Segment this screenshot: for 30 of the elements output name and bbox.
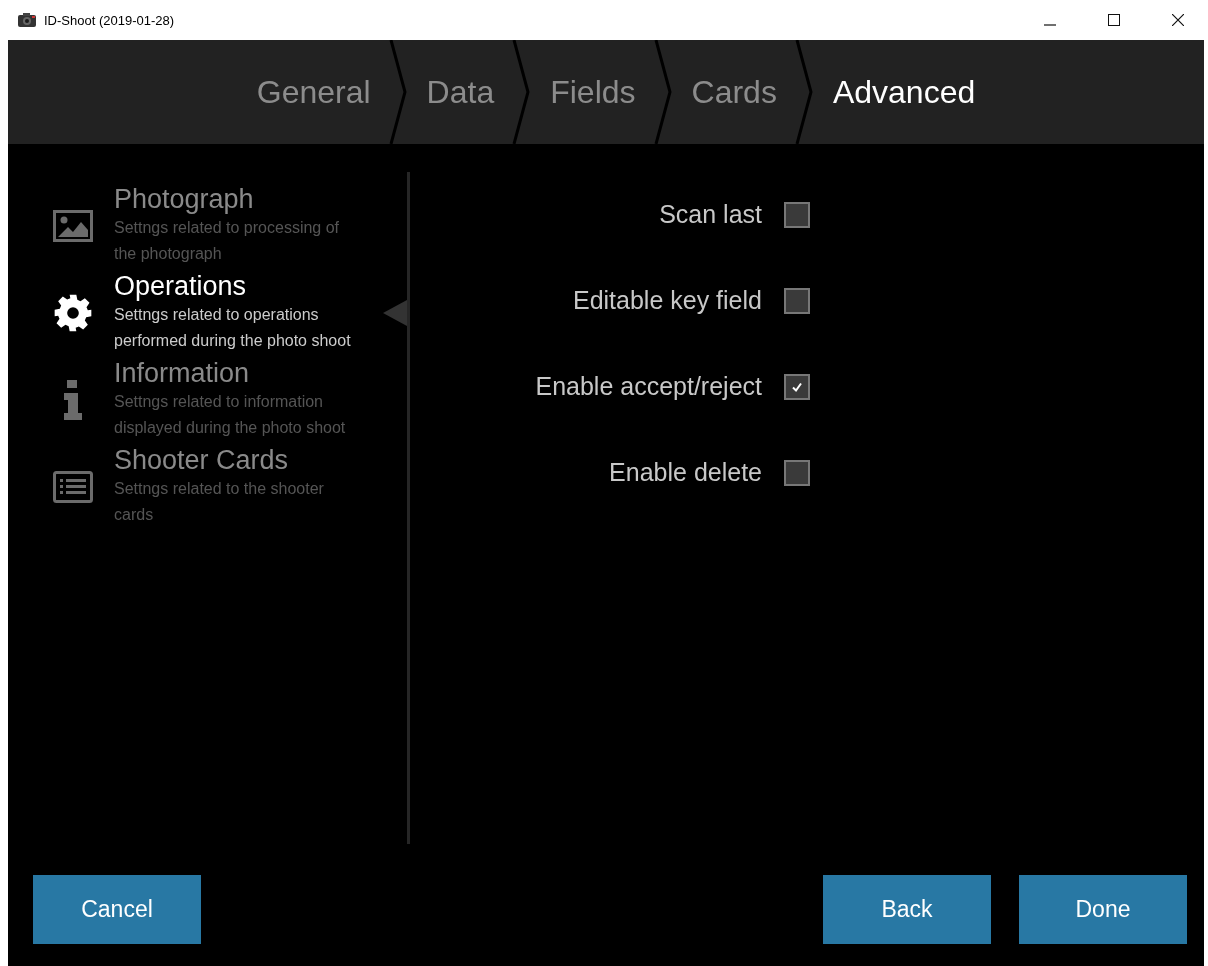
step-tab[interactable]: Cards — [683, 73, 785, 111]
checkbox[interactable] — [784, 287, 810, 314]
checkbox[interactable] — [784, 459, 810, 486]
section-title[interactable]: Shooter Cards — [114, 445, 364, 476]
camera-icon — [18, 13, 36, 27]
section-title[interactable]: Photograph — [114, 184, 364, 215]
section-description: Settngs related to processing of the photograph — [114, 218, 341, 264]
close-icon[interactable] — [1172, 14, 1184, 26]
section-description: Settngs related to operations performed during the photo shoot — [114, 305, 352, 351]
checkmark-icon — [791, 380, 803, 393]
option-label: Editable key field — [573, 286, 762, 315]
wizard-button[interactable]: Done — [1019, 875, 1187, 944]
maximize-icon[interactable] — [1108, 14, 1120, 26]
step-tab[interactable]: Advanced — [824, 73, 984, 111]
checkbox[interactable] — [784, 201, 810, 228]
section-description: Settngs related to information displayed during the photo shoot — [114, 392, 347, 438]
section-title[interactable]: Information — [114, 358, 364, 389]
option-label: Enable delete — [609, 458, 762, 487]
wizard-button[interactable]: Back — [823, 875, 991, 944]
step-tab[interactable]: General — [248, 73, 379, 111]
selection-pointer-icon — [383, 299, 407, 326]
option-label: Enable accept/reject — [535, 372, 762, 401]
section-description: Settngs related to the shooter cards — [114, 479, 325, 525]
option-label: Scan last — [659, 200, 762, 229]
checkbox[interactable] — [784, 373, 810, 400]
section-title[interactable]: Operations — [114, 271, 364, 302]
window-title: ID-Shoot (2019-01-28) — [44, 12, 175, 28]
step-tab[interactable]: Data — [418, 73, 503, 111]
step-tab[interactable]: Fields — [542, 73, 644, 111]
cancel-button[interactable]: Cancel — [33, 875, 201, 944]
